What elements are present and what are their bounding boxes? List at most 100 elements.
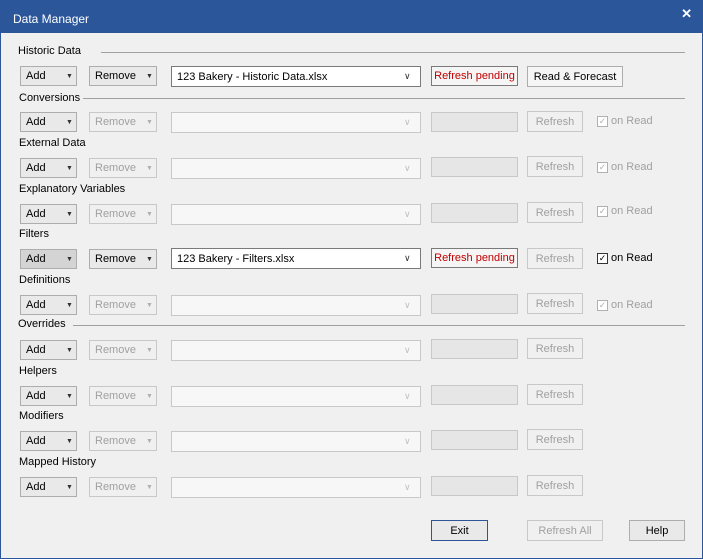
filters-add-dropdown[interactable]: Add ▼ bbox=[20, 249, 77, 269]
historic-status: Refresh pending bbox=[431, 66, 518, 86]
helpers-remove-dropdown[interactable]: Remove ▼ bbox=[89, 386, 157, 406]
chevron-down-icon: ▼ bbox=[66, 210, 73, 218]
conversions-add-dropdown[interactable]: Add ▼ bbox=[20, 112, 77, 132]
external-refresh-button[interactable]: Refresh bbox=[527, 156, 583, 177]
add-label: Add bbox=[26, 70, 46, 82]
explanatory-remove-dropdown[interactable]: Remove ▼ bbox=[89, 204, 157, 224]
remove-label: Remove bbox=[95, 253, 136, 265]
read-forecast-button[interactable]: Read & Forecast bbox=[527, 66, 623, 87]
data-manager-window: Data Manager ✕ Historic Data Add ▼ Remove… bbox=[0, 0, 703, 559]
overrides-add-dropdown[interactable]: Add ▼ bbox=[20, 340, 77, 360]
modifiers-refresh-button[interactable]: Refresh bbox=[527, 429, 583, 450]
chevron-down-icon: ∨ bbox=[404, 117, 411, 127]
refresh-all-button[interactable]: Refresh All bbox=[527, 520, 603, 541]
explanatory-status bbox=[431, 203, 518, 223]
add-label: Add bbox=[26, 435, 46, 447]
add-label: Add bbox=[26, 162, 46, 174]
remove-label: Remove bbox=[95, 208, 136, 220]
checkbox-icon: ✓ bbox=[597, 115, 608, 127]
external-on-read-checkbox[interactable]: ✓ on Read bbox=[597, 161, 653, 173]
on-read-label: on Read bbox=[611, 205, 653, 217]
explanatory-refresh-button[interactable]: Refresh bbox=[527, 202, 583, 223]
helpers-add-dropdown[interactable]: Add ▼ bbox=[20, 386, 77, 406]
helpers-refresh-button[interactable]: Refresh bbox=[527, 384, 583, 405]
label-filters: Filters bbox=[19, 228, 49, 240]
remove-label: Remove bbox=[95, 162, 136, 174]
definitions-add-dropdown[interactable]: Add ▼ bbox=[20, 295, 77, 315]
chevron-down-icon: ∨ bbox=[404, 345, 411, 355]
close-icon[interactable]: ✕ bbox=[681, 6, 692, 22]
mapped-add-dropdown[interactable]: Add ▼ bbox=[20, 477, 77, 497]
on-read-label: on Read bbox=[611, 252, 653, 264]
chevron-down-icon: ▼ bbox=[146, 483, 153, 491]
label-mapped-history: Mapped History bbox=[19, 456, 97, 468]
exit-button[interactable]: Exit bbox=[431, 520, 488, 541]
external-status bbox=[431, 157, 518, 177]
chevron-down-icon: ∨ bbox=[404, 300, 411, 310]
external-file-combo[interactable]: ∨ bbox=[171, 158, 421, 179]
remove-label: Remove bbox=[95, 481, 136, 493]
label-conversions: Conversions bbox=[19, 92, 81, 104]
on-read-label: on Read bbox=[611, 161, 653, 173]
chevron-down-icon: ▼ bbox=[66, 437, 73, 445]
definitions-on-read-checkbox[interactable]: ✓ on Read bbox=[597, 299, 653, 311]
definitions-file-combo[interactable]: ∨ bbox=[171, 295, 421, 316]
overrides-remove-dropdown[interactable]: Remove ▼ bbox=[89, 340, 157, 360]
add-label: Add bbox=[26, 299, 46, 311]
historic-file-combo[interactable]: 123 Bakery - Historic Data.xlsx ∨ bbox=[171, 66, 421, 87]
explanatory-file-combo[interactable]: ∨ bbox=[171, 204, 421, 225]
historic-file-value: 123 Bakery - Historic Data.xlsx bbox=[177, 70, 328, 83]
explanatory-on-read-checkbox[interactable]: ✓ on Read bbox=[597, 205, 653, 217]
checkbox-icon: ✓ bbox=[597, 161, 608, 173]
remove-label: Remove bbox=[95, 70, 136, 82]
mapped-file-combo[interactable]: ∨ bbox=[171, 477, 421, 498]
remove-label: Remove bbox=[95, 299, 136, 311]
external-remove-dropdown[interactable]: Remove ▼ bbox=[89, 158, 157, 178]
historic-add-dropdown[interactable]: Add ▼ bbox=[20, 66, 77, 86]
remove-label: Remove bbox=[95, 390, 136, 402]
chevron-down-icon: ▼ bbox=[146, 392, 153, 400]
modifiers-add-dropdown[interactable]: Add ▼ bbox=[20, 431, 77, 451]
section-overrides: Overrides bbox=[18, 318, 66, 330]
filters-refresh-button[interactable]: Refresh bbox=[527, 248, 583, 269]
section-divider bbox=[101, 52, 685, 53]
filters-file-value: 123 Bakery - Filters.xlsx bbox=[177, 252, 295, 265]
filters-file-combo[interactable]: 123 Bakery - Filters.xlsx ∨ bbox=[171, 248, 421, 269]
chevron-down-icon: ▼ bbox=[66, 118, 73, 126]
section-historic-data: Historic Data bbox=[18, 45, 81, 57]
modifiers-remove-dropdown[interactable]: Remove ▼ bbox=[89, 431, 157, 451]
chevron-down-icon: ▼ bbox=[146, 301, 153, 309]
remove-label: Remove bbox=[95, 435, 136, 447]
overrides-refresh-button[interactable]: Refresh bbox=[527, 338, 583, 359]
chevron-down-icon: ∨ bbox=[404, 436, 411, 446]
filters-remove-dropdown[interactable]: Remove ▼ bbox=[89, 249, 157, 269]
chevron-down-icon: ▼ bbox=[146, 164, 153, 172]
conversions-on-read-checkbox[interactable]: ✓ on Read bbox=[597, 115, 653, 127]
window-title: Data Manager bbox=[13, 12, 90, 26]
overrides-status bbox=[431, 339, 518, 359]
modifiers-file-combo[interactable]: ∨ bbox=[171, 431, 421, 452]
conversions-refresh-button[interactable]: Refresh bbox=[527, 111, 583, 132]
filters-on-read-checkbox[interactable]: ✓ on Read bbox=[597, 252, 653, 264]
conversions-file-combo[interactable]: ∨ bbox=[171, 112, 421, 133]
historic-remove-dropdown[interactable]: Remove ▼ bbox=[89, 66, 157, 86]
chevron-down-icon: ▼ bbox=[66, 164, 73, 172]
label-explanatory-variables: Explanatory Variables bbox=[19, 183, 126, 195]
add-label: Add bbox=[26, 208, 46, 220]
mapped-remove-dropdown[interactable]: Remove ▼ bbox=[89, 477, 157, 497]
mapped-refresh-button[interactable]: Refresh bbox=[527, 475, 583, 496]
chevron-down-icon: ▼ bbox=[146, 72, 153, 80]
external-add-dropdown[interactable]: Add ▼ bbox=[20, 158, 77, 178]
conversions-status bbox=[431, 112, 518, 132]
explanatory-add-dropdown[interactable]: Add ▼ bbox=[20, 204, 77, 224]
add-label: Add bbox=[26, 116, 46, 128]
definitions-refresh-button[interactable]: Refresh bbox=[527, 293, 583, 314]
definitions-remove-dropdown[interactable]: Remove ▼ bbox=[89, 295, 157, 315]
overrides-file-combo[interactable]: ∨ bbox=[171, 340, 421, 361]
helpers-file-combo[interactable]: ∨ bbox=[171, 386, 421, 407]
section-divider bbox=[73, 325, 685, 326]
help-button[interactable]: Help bbox=[629, 520, 685, 541]
conversions-remove-dropdown[interactable]: Remove ▼ bbox=[89, 112, 157, 132]
chevron-down-icon: ▼ bbox=[146, 255, 153, 263]
add-label: Add bbox=[26, 481, 46, 493]
